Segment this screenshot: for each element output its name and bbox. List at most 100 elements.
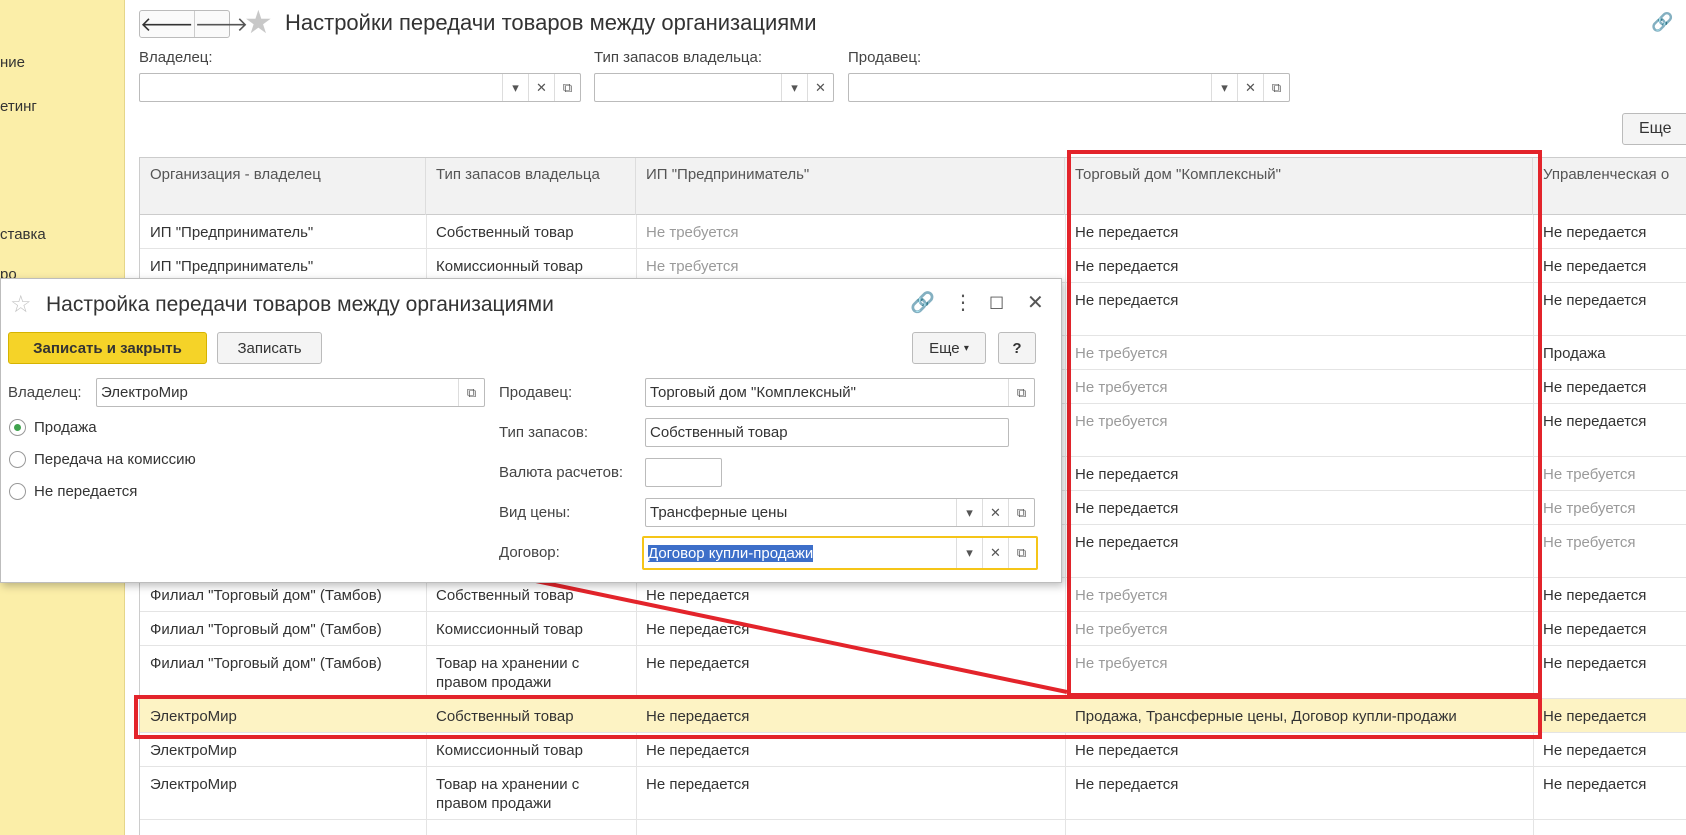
forward-arrow-icon[interactable]: 🡒 [195, 11, 249, 37]
clear-icon[interactable]: ✕ [982, 499, 1008, 526]
table-cell: Не передается [646, 621, 750, 638]
seller-filter-input[interactable]: ▾ ✕ ⧉ [848, 73, 1290, 102]
table-cell: Филиал "Торговый дом" (Тамбов) [150, 587, 382, 604]
table-cell: Не передается [1543, 292, 1647, 309]
table-cell: Комиссионный товар [436, 621, 583, 638]
radio-label: Передача на комиссию [34, 451, 196, 468]
open-icon[interactable]: ⧉ [1008, 379, 1034, 406]
open-icon[interactable]: ⧉ [1008, 499, 1034, 526]
dialog-title: Настройка передачи товаров между организ… [46, 293, 554, 316]
table-cell: Не передается [646, 776, 750, 793]
table-cell: Не передается [1543, 413, 1647, 430]
close-icon[interactable]: ✕ [1027, 293, 1044, 313]
favorite-star-icon[interactable]: ☆ [10, 293, 32, 317]
col-stock-type[interactable]: Тип запасов владельца [426, 158, 636, 215]
clear-icon[interactable]: ✕ [528, 74, 554, 101]
table-cell: ИП "Предприниматель" [150, 224, 314, 241]
dropdown-icon[interactable]: ▾ [781, 74, 807, 101]
table-cell: Не передается [1543, 742, 1647, 759]
table-cell: Не передается [1543, 224, 1647, 241]
table-cell: Не передается [1543, 587, 1647, 604]
sidebar-item-1[interactable]: ние [0, 54, 25, 71]
radio-dot [14, 424, 21, 431]
owner-filter-input[interactable]: ▾ ✕ ⧉ [139, 73, 581, 102]
table-cell: Товар на хранении с правом продажи [436, 655, 580, 691]
more-button-label: Еще [929, 339, 960, 357]
clear-icon[interactable]: ✕ [982, 538, 1008, 568]
highlight-row-box [134, 695, 1542, 739]
col-owner-org[interactable]: Организация - владелец [140, 158, 426, 215]
contract-field[interactable]: Договор купли-продажи ▾ ✕ ⧉ [642, 536, 1038, 570]
col-ip[interactable]: ИП "Предприниматель" [636, 158, 1065, 215]
table-cell: Филиал "Торговый дом" (Тамбов) [150, 655, 382, 672]
clear-icon[interactable]: ✕ [1237, 74, 1263, 101]
highlight-column-box [1067, 150, 1542, 697]
seller-label: Продавец: [499, 384, 573, 401]
table-cell: Не требуется [1543, 534, 1636, 551]
stock-field[interactable]: Собственный товар [645, 418, 1009, 447]
seller-field[interactable]: Торговый дом "Комплексный" ⧉ [645, 378, 1035, 407]
link-icon[interactable]: 🔗 [910, 293, 935, 313]
chevron-down-icon: ▾ [963, 342, 969, 354]
currency-field[interactable] [645, 458, 722, 487]
owner-field-value: ЭлектроМир [101, 384, 188, 401]
owner-label: Владелец: [8, 384, 82, 401]
table-cell: Не передается [646, 655, 750, 672]
maximize-icon[interactable]: ☐ [989, 295, 1004, 312]
radio-not-transferred[interactable]: Не передается [9, 483, 137, 500]
stock-type-filter-label: Тип запасов владельца: [594, 49, 762, 66]
dropdown-icon[interactable]: ▾ [956, 499, 982, 526]
table-cell: Собственный товар [436, 224, 574, 241]
favorite-star-icon[interactable]: ★ [244, 6, 273, 38]
table-cell: Филиал "Торговый дом" (Тамбов) [150, 621, 382, 638]
more-button[interactable]: Еще [1622, 113, 1686, 145]
open-icon[interactable]: ⧉ [1263, 74, 1289, 101]
radio-commission[interactable]: Передача на комиссию [9, 451, 196, 468]
price-type-field[interactable]: Трансферные цены ▾ ✕ ⧉ [645, 498, 1035, 527]
table-cell: Товар на хранении с правом продажи [436, 776, 580, 812]
price-type-value: Трансферные цены [650, 504, 788, 521]
save-button[interactable]: Записать [217, 332, 322, 364]
history-nav: 🡐 🡒 [139, 10, 248, 38]
seller-filter-label: Продавец: [848, 49, 922, 66]
more-button[interactable]: Еще ▾ [912, 332, 986, 364]
dropdown-icon[interactable]: ▾ [956, 538, 982, 568]
table-cell: Не требуется [1543, 466, 1636, 483]
table-row[interactable]: ЭлектроМир Товар на хранении с правом про… [140, 767, 1686, 820]
radio-label: Не передается [34, 483, 138, 500]
dropdown-icon[interactable]: ▾ [1211, 74, 1237, 101]
radio-circle [9, 419, 26, 436]
owner-filter-label: Владелец: [139, 49, 213, 66]
clear-icon[interactable]: ✕ [807, 74, 833, 101]
contract-label: Договор: [499, 544, 560, 561]
radio-label: Продажа [34, 419, 97, 436]
table-cell: Собственный товар [436, 587, 574, 604]
table-cell: Не требуется [646, 224, 739, 241]
settings-dialog: ☆ Настройка передачи товаров между орган… [0, 278, 1062, 583]
more-vertical-icon[interactable]: ⋮ [953, 293, 973, 313]
radio-sale[interactable]: Продажа [9, 419, 97, 436]
open-icon[interactable]: ⧉ [458, 379, 484, 406]
table-cell: Не передается [1543, 379, 1647, 396]
table-cell: Не требуется [1543, 500, 1636, 517]
radio-circle [9, 451, 26, 468]
stock-label: Тип запасов: [499, 424, 589, 441]
contract-value: Договор купли-продажи [648, 545, 814, 562]
open-icon[interactable]: ⧉ [1008, 538, 1034, 568]
table-cell: Не передается [1543, 621, 1647, 638]
owner-field[interactable]: ЭлектроМир ⧉ [96, 378, 485, 407]
stock-type-filter-input[interactable]: ▾ ✕ [594, 73, 834, 102]
open-icon[interactable]: ⧉ [554, 74, 580, 101]
sidebar-item-3[interactable]: ставка [0, 226, 46, 243]
sidebar-item-2[interactable]: етинг [0, 98, 37, 115]
col-management[interactable]: Управленческая о [1533, 158, 1686, 215]
table-cell: Не передается [1075, 776, 1179, 793]
currency-label: Валюта расчетов: [499, 464, 624, 481]
dropdown-icon[interactable]: ▾ [502, 74, 528, 101]
link-icon[interactable]: 🔗 [1651, 12, 1673, 33]
table-cell: ЭлектроМир [150, 776, 237, 793]
table-cell: Продажа [1543, 345, 1606, 362]
help-button[interactable]: ? [998, 332, 1036, 364]
save-and-close-button[interactable]: Записать и закрыть [8, 332, 207, 364]
back-arrow-icon[interactable]: 🡐 [140, 11, 195, 37]
